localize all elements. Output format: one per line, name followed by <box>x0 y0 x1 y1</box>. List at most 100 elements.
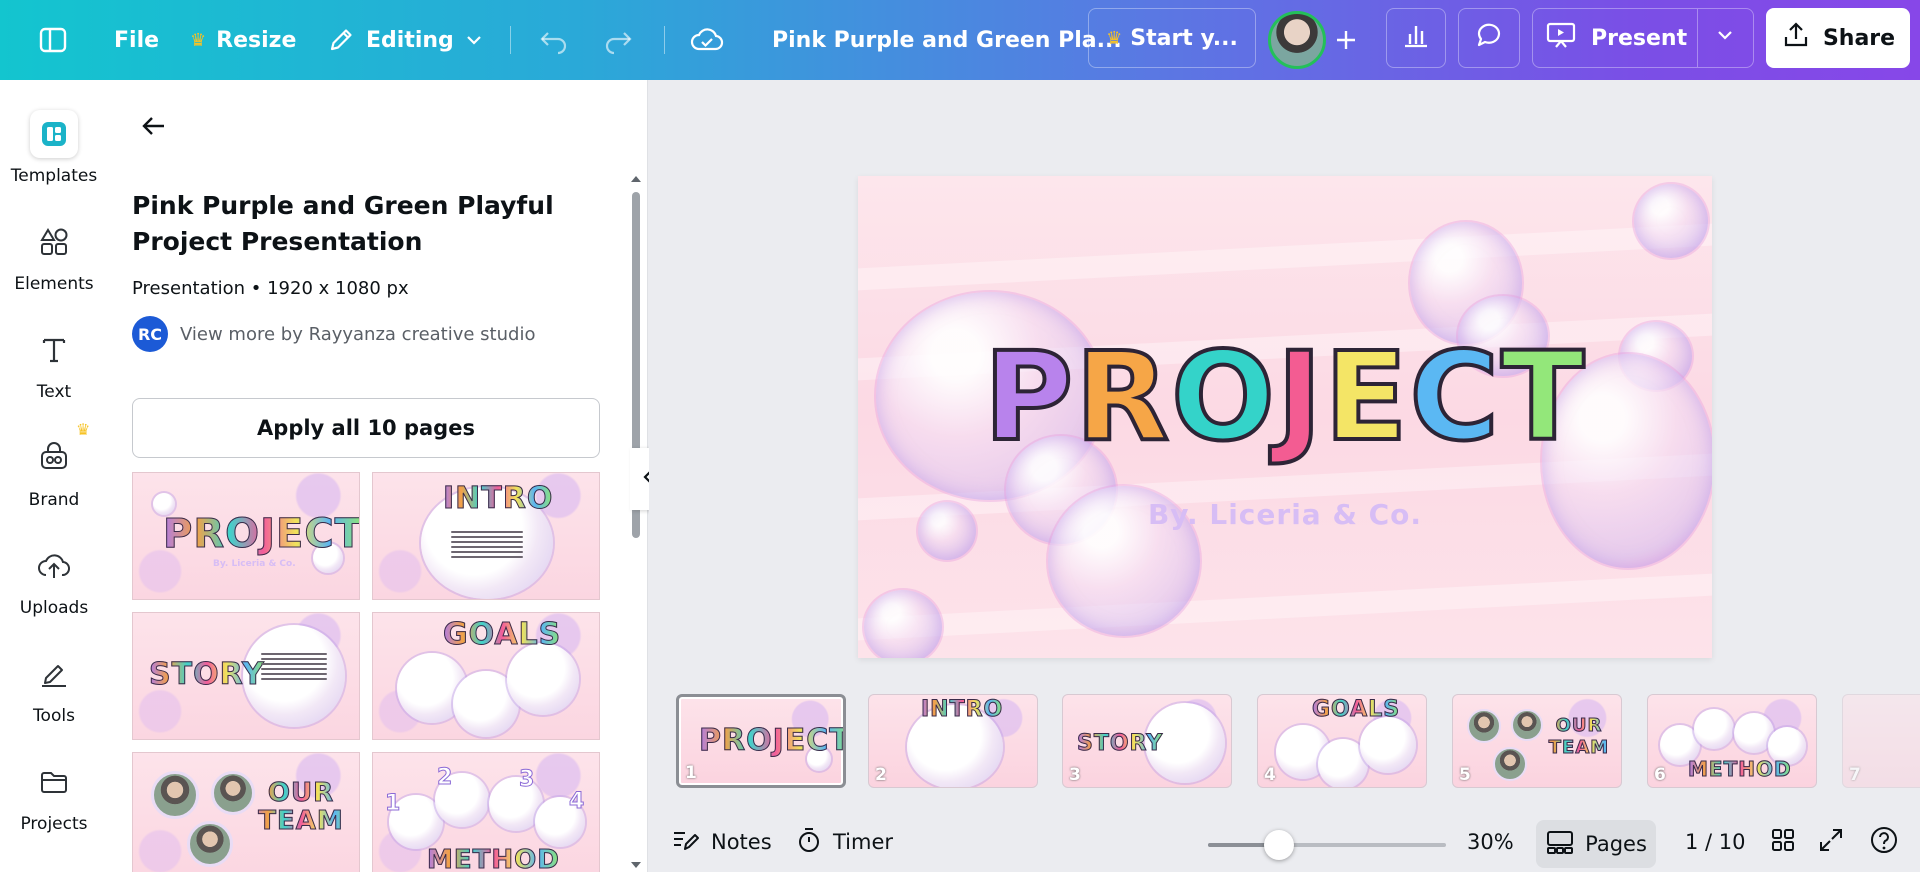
page-number: 1 <box>685 763 697 783</box>
bubble-shape <box>1360 717 1416 773</box>
insights-button[interactable] <box>1386 8 1446 68</box>
help-button[interactable] <box>1869 812 1899 872</box>
bubble-shape <box>507 643 579 715</box>
template-page-thumb[interactable]: GOALS <box>372 612 600 740</box>
rail-item-text[interactable]: Text <box>0 326 108 416</box>
present-options-button[interactable] <box>1698 25 1753 51</box>
thumb-title: INTRO <box>442 481 554 517</box>
top-toolbar: File ♛ Resize Editing Pink Purple and Gr… <box>0 0 1920 80</box>
team-photo <box>187 821 233 867</box>
thumb-title: STORY <box>149 657 265 693</box>
comment-icon <box>1474 20 1504 56</box>
notes-icon <box>671 826 701 859</box>
page-thumb-2[interactable]: INTRO 2 <box>868 694 1038 788</box>
expand-icon <box>1817 826 1845 859</box>
template-page-thumb[interactable]: STORY <box>132 612 360 740</box>
author-link-label: View more by Rayyanza creative studio <box>180 323 536 345</box>
slide-canvas[interactable]: PROJECT By. Liceria & Co. <box>858 176 1712 658</box>
rail-item-projects[interactable]: Projects <box>0 758 108 848</box>
page-number: 4 <box>1264 765 1276 785</box>
rail-item-templates[interactable]: Templates <box>0 110 108 200</box>
toggle-sidebar-button[interactable] <box>38 0 68 80</box>
thumb-body-text <box>451 531 523 558</box>
fullscreen-button[interactable] <box>1817 812 1845 872</box>
step-number: 4 <box>568 789 585 815</box>
document-title[interactable]: Pink Purple and Green Pla... <box>772 0 1122 80</box>
present-button-group: Present <box>1532 8 1754 68</box>
crown-icon: ♛ <box>190 29 207 51</box>
page-thumb-title: PROJECT <box>699 723 843 759</box>
rail-item-elements[interactable]: Elements <box>0 218 108 308</box>
rail-item-uploads[interactable]: Uploads <box>0 542 108 632</box>
scroll-down-arrow[interactable] <box>630 856 642 868</box>
bubble-shape <box>1694 709 1734 749</box>
step-number: 3 <box>518 767 535 793</box>
avatar[interactable] <box>1268 11 1326 69</box>
editing-mode-dropdown[interactable]: Editing <box>326 0 484 80</box>
thumb-title: PROJECT <box>163 511 359 558</box>
page-thumb-title: INTRO <box>920 697 1004 723</box>
page-thumb-title: STORY <box>1076 731 1164 757</box>
save-status-button[interactable] <box>690 0 724 80</box>
author-link[interactable]: RC View more by Rayyanza creative studio <box>132 316 535 352</box>
slide-title-letter: C <box>1408 324 1502 470</box>
page-thumb-1[interactable]: PROJECT 1 <box>676 694 846 788</box>
page-thumb-3[interactable]: STORY 3 <box>1062 694 1232 788</box>
author-avatar: RC <box>132 316 168 352</box>
projects-icon <box>30 758 78 806</box>
arrow-left-icon <box>140 112 168 144</box>
notes-button[interactable]: Notes <box>671 812 772 872</box>
page-counter[interactable]: 1 / 10 <box>1685 812 1746 872</box>
templates-icon <box>30 110 78 158</box>
sidebar-toggle-icon <box>38 25 68 55</box>
page-thumb-6[interactable]: METHOD 6 <box>1647 694 1817 788</box>
template-page-thumb[interactable]: PROJECT By. Liceria & Co. <box>132 472 360 600</box>
rail-item-brand[interactable]: Brand <box>0 434 108 524</box>
scroll-up-arrow[interactable] <box>630 170 642 182</box>
team-photo <box>1467 709 1501 743</box>
apply-all-pages-button[interactable]: Apply all 10 pages <box>132 398 600 458</box>
step-number: 1 <box>384 791 401 817</box>
tools-icon <box>30 650 78 698</box>
slide-title[interactable]: PROJECT <box>858 324 1712 470</box>
team-photo <box>1511 709 1543 741</box>
template-page-thumb[interactable]: 1 2 3 4 METHOD <box>372 752 600 872</box>
page-thumb-7[interactable]: 7 <box>1842 694 1920 788</box>
resize-button[interactable]: ♛ Resize <box>190 0 296 80</box>
page-number: 7 <box>1849 765 1861 785</box>
present-button[interactable]: Present <box>1545 20 1697 56</box>
plus-icon <box>1332 26 1360 54</box>
back-button[interactable] <box>134 108 174 148</box>
page-number: 3 <box>1069 765 1081 785</box>
page-thumb-5[interactable]: OUR TEAM 5 <box>1452 694 1622 788</box>
timer-button[interactable]: Timer <box>795 812 893 872</box>
pages-icon <box>1545 828 1575 861</box>
file-menu-button[interactable]: File <box>114 0 159 80</box>
page-thumb-4[interactable]: GOALS 4 <box>1257 694 1427 788</box>
start-trial-button[interactable]: ♛ Start y... <box>1088 8 1256 68</box>
template-page-thumb[interactable]: OUR TEAM <box>132 752 360 872</box>
brand-icon <box>30 434 78 482</box>
share-button[interactable]: Share <box>1766 8 1910 68</box>
toolbar-divider <box>510 26 511 54</box>
undo-button[interactable] <box>538 0 570 80</box>
grid-view-button[interactable] <box>1769 812 1797 872</box>
team-photo <box>151 771 199 819</box>
chevron-down-icon <box>464 30 484 50</box>
slide-subtitle[interactable]: By. Liceria & Co. <box>858 498 1712 531</box>
page-number: 6 <box>1654 765 1666 785</box>
redo-button[interactable] <box>602 0 634 80</box>
bar-chart-icon <box>1401 20 1431 56</box>
rail-item-tools[interactable]: Tools <box>0 650 108 740</box>
zoom-percentage[interactable]: 30% <box>1467 812 1514 872</box>
pages-view-button[interactable]: Pages <box>1536 820 1656 868</box>
comments-button[interactable] <box>1458 8 1520 68</box>
grid-icon <box>1769 826 1797 859</box>
add-collaborator-button[interactable] <box>1332 0 1360 80</box>
template-page-thumb[interactable]: INTRO <box>372 472 600 600</box>
text-icon <box>30 326 78 374</box>
share-upload-icon <box>1781 20 1811 56</box>
team-photo <box>211 771 255 815</box>
thumb-body-text <box>261 653 327 680</box>
redo-icon <box>602 25 634 55</box>
